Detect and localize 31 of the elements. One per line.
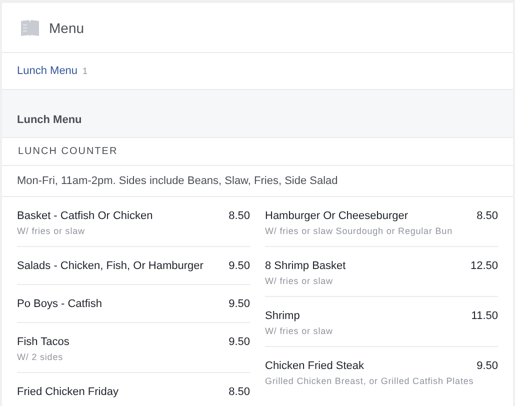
item-name: Fried Chicken Friday — [17, 385, 118, 400]
item-price: 11.50 — [471, 309, 498, 324]
item-note: W/ fries or slaw Sourdough or Regular Bun — [265, 226, 454, 236]
section-description: Mon-Fri, 11am-2pm. Sides include Beans, Slaw, Fries, Side Salad — [17, 175, 338, 187]
item-name: Fish Tacos — [17, 335, 70, 350]
item-price: 12.50 — [470, 259, 498, 274]
section-subtitle: LUNCH COUNTER — [18, 146, 118, 157]
item-name: Shrimp — [265, 309, 300, 324]
item-name: Chicken Fried Steak — [265, 359, 364, 374]
item-name: Po Boys - Catfish — [17, 297, 102, 312]
page-title: Menu — [49, 20, 84, 36]
menu-count: 1 — [82, 66, 88, 76]
item-name: Hamburger Or Cheeseburger — [265, 209, 408, 224]
menu-link[interactable]: Lunch Menu — [17, 65, 78, 77]
item-note: W/ fries or slaw — [265, 276, 334, 286]
item-price: 9.50 — [476, 359, 498, 374]
item-price: 8.50 — [228, 385, 250, 400]
item-name: 8 Shrimp Basket — [265, 259, 346, 274]
item-note: W/ 2 sides — [17, 352, 64, 362]
item-price: 9.50 — [228, 297, 250, 312]
item-name: Salads - Chicken, Fish, Or Hamburger — [17, 259, 204, 274]
item-note: W/ fries or slaw — [17, 226, 86, 236]
item-name: Basket - Catfish Or Chicken — [17, 209, 153, 224]
item-note: Grilled Chicken Breast, or Grilled Catfish Plates — [265, 376, 475, 386]
item-price: 9.50 — [228, 259, 250, 274]
book-icon — [20, 18, 40, 36]
item-price: 9.50 — [228, 335, 250, 350]
section-header: Lunch Menu — [2, 90, 513, 138]
item-price: 8.50 — [228, 209, 250, 224]
item-note: W/ fries or slaw — [265, 326, 334, 336]
item-price: 8.50 — [476, 209, 498, 224]
